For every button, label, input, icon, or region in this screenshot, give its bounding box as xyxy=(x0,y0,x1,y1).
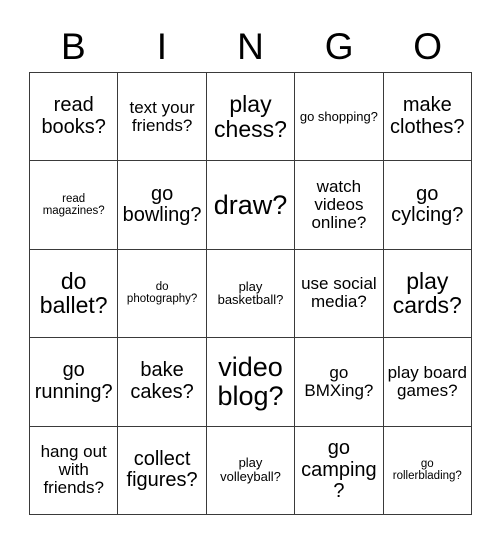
bingo-cell-label: go BMXing? xyxy=(304,362,374,400)
bingo-cell-label: go bowling? xyxy=(122,182,202,227)
bingo-cell[interactable]: go bowling? xyxy=(118,161,207,250)
bingo-cell[interactable]: draw? xyxy=(206,161,296,250)
bingo-cell-label: watch videos online? xyxy=(311,176,367,233)
bingo-cell[interactable]: bake cakes? xyxy=(118,338,207,427)
bingo-cell[interactable]: go camping? xyxy=(295,426,384,515)
bingo-card: B I N G O read books? text your friends? p… xyxy=(29,20,472,515)
bingo-cell-label: collect figures? xyxy=(126,447,198,492)
bingo-cell[interactable]: go shopping? xyxy=(295,73,384,162)
bingo-cell[interactable]: use social media? xyxy=(295,249,384,339)
bingo-cell[interactable]: play basketball? xyxy=(206,249,296,339)
bingo-header-letter-i: I xyxy=(156,25,168,67)
bingo-cell-label: play chess? xyxy=(214,91,287,142)
bingo-cell[interactable]: hang out with friends? xyxy=(30,426,119,515)
bingo-cell[interactable]: play chess? xyxy=(206,73,296,162)
bingo-cell-label: play board games? xyxy=(387,362,467,400)
bingo-cell-label: video blog? xyxy=(217,351,284,411)
bingo-cell-label: read books? xyxy=(41,94,106,138)
bingo-grid: read books? text your friends? play chess?… xyxy=(29,72,472,515)
bingo-cell-label: go shopping? xyxy=(299,108,378,124)
bingo-cell-label: bake cakes? xyxy=(130,359,194,403)
bingo-header-letter-b: B xyxy=(60,25,86,67)
bingo-cell[interactable]: text your friends? xyxy=(118,73,207,162)
bingo-cell[interactable]: go running? xyxy=(30,338,119,427)
bingo-cell[interactable]: play volleyball? xyxy=(206,426,296,515)
bingo-cell-label: make clothes? xyxy=(390,94,465,138)
bingo-cell-label: go camping? xyxy=(301,437,377,502)
bingo-cell-label: play cards? xyxy=(392,267,462,319)
bingo-cell-label: text your friends? xyxy=(129,97,195,135)
bingo-cell-label: do ballet? xyxy=(39,267,108,319)
bingo-cell-label: go cylcing? xyxy=(391,182,464,227)
bingo-cell[interactable]: go rollerblading? xyxy=(383,426,472,515)
bingo-header-letter-g: G xyxy=(324,25,354,67)
bingo-header-letter-o: O xyxy=(413,25,443,67)
bingo-cell[interactable]: go cylcing? xyxy=(383,161,472,250)
bingo-header-letter-n: N xyxy=(237,25,264,67)
bingo-cell[interactable]: play board games? xyxy=(383,338,472,427)
bingo-cell[interactable]: make clothes? xyxy=(383,73,472,162)
bingo-cell[interactable]: collect figures? xyxy=(118,426,207,515)
bingo-cell[interactable]: video blog? xyxy=(206,338,296,427)
bingo-cell-label: play basketball? xyxy=(217,278,284,308)
bingo-cell-label: read magazines? xyxy=(42,192,105,218)
bingo-cell[interactable]: do photography? xyxy=(118,249,207,339)
bingo-cell[interactable]: read magazines? xyxy=(30,161,119,250)
bingo-cell[interactable]: do ballet? xyxy=(30,249,119,339)
bingo-cell-label: do photography? xyxy=(126,281,198,306)
bingo-cell-label: use social media? xyxy=(301,274,377,312)
bingo-cell-label: draw? xyxy=(213,189,288,220)
bingo-cell-label: hang out with friends? xyxy=(40,441,107,498)
bingo-cell[interactable]: watch videos online? xyxy=(295,161,384,250)
bingo-cell[interactable]: read books? xyxy=(30,73,119,162)
bingo-header-row: B I N G O xyxy=(29,20,472,72)
bingo-cell[interactable]: go BMXing? xyxy=(295,338,384,427)
bingo-cell[interactable]: play cards? xyxy=(383,249,472,339)
bingo-cell-label: play volleyball? xyxy=(220,455,281,485)
bingo-cell-label: go running? xyxy=(34,359,113,403)
bingo-cell-label: go rollerblading? xyxy=(392,457,462,483)
